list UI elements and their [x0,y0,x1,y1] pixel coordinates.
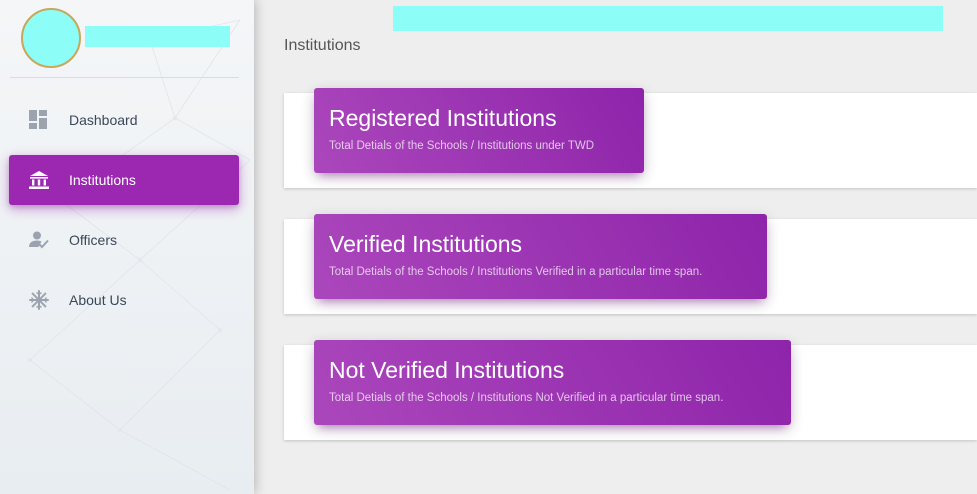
sidebar-item-officers[interactable]: Officers [9,215,239,265]
not-verified-institutions-card[interactable]: Not Verified Institutions Total Detials … [284,340,977,440]
sidebar-item-label: About Us [69,292,127,308]
sidebar-item-dashboard[interactable]: Dashboard [9,95,239,145]
card-subtitle: Total Detials of the Schools / Instituti… [329,392,724,404]
verified-institutions-card[interactable]: Verified Institutions Total Detials of t… [284,214,977,314]
card-title: Verified Institutions [329,231,523,257]
header-banner-redacted [393,6,943,31]
sidebar-item-label: Institutions [69,172,136,188]
registered-institutions-card[interactable]: Registered Institutions Total Detials of… [284,88,977,188]
card-subtitle: Total Detials of the Schools / Instituti… [329,266,703,278]
sidebar-item-about-us[interactable]: About Us [9,275,239,325]
sidebar-divider [10,77,239,78]
card-header: Not Verified Institutions Total Detials … [314,340,791,425]
card-header: Registered Institutions Total Detials of… [314,88,644,173]
sidebar-item-label: Dashboard [69,112,138,128]
brand-name-redacted [85,26,230,47]
officer-icon [28,229,50,251]
sidebar-item-label: Officers [69,232,117,248]
card-title: Not Verified Institutions [329,357,565,383]
sidebar-nav: Dashboard Institutions Officers About Us [9,95,239,335]
dashboard-icon [28,109,50,131]
avatar[interactable] [21,8,81,68]
snowflake-icon [28,289,50,311]
institution-icon [28,169,50,191]
card-header: Verified Institutions Total Detials of t… [314,214,767,299]
sidebar-brand [0,0,254,78]
sidebar: Dashboard Institutions Officers About Us [0,0,254,494]
sidebar-item-institutions[interactable]: Institutions [9,155,239,205]
card-subtitle: Total Detials of the Schools / Instituti… [329,140,595,152]
page-title: Institutions [284,37,361,54]
card-title: Registered Institutions [329,105,557,131]
